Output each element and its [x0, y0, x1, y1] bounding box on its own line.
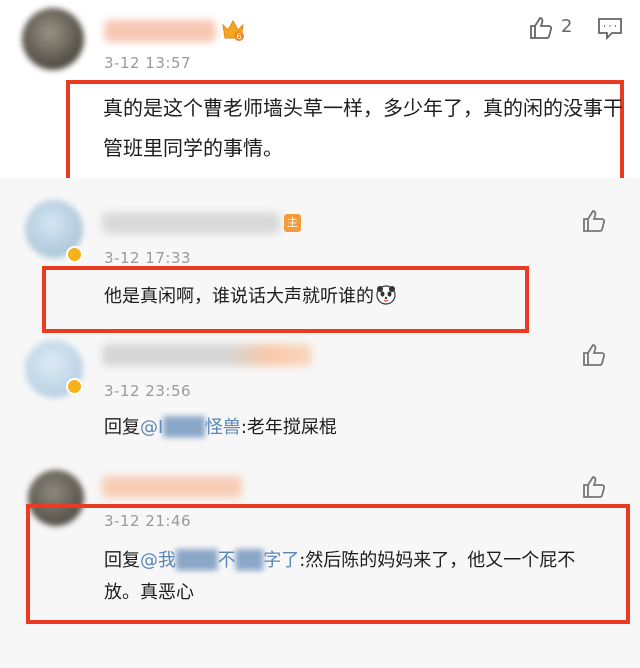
verified-badge-icon: [66, 246, 83, 263]
mention-start: @我: [140, 550, 176, 571]
username-blurred[interactable]: [102, 344, 312, 366]
mention-link[interactable]: @I███怪兽: [140, 417, 241, 438]
reply-text-block: 回复@我███不██字了:然后陈的妈妈来了，他又一个屁不放。真恶心: [104, 545, 604, 609]
username-blurred[interactable]: [102, 476, 242, 498]
mention-blurred: ███: [176, 550, 218, 571]
comment-timestamp: 3-12 13:57: [104, 54, 192, 72]
username-blurred[interactable]: [102, 212, 280, 234]
reply-comment-icon[interactable]: [597, 16, 623, 40]
username-blurred[interactable]: [104, 20, 216, 42]
mention-blurred: ███: [163, 417, 205, 438]
mention-start: @I: [140, 417, 164, 438]
avatar[interactable]: [22, 8, 84, 70]
panda-emoji-icon: [376, 285, 396, 305]
like-count: 2: [561, 16, 573, 37]
reply-text: :老年搅屎棍: [240, 417, 337, 438]
reply-text-line: 回复@I███怪兽:老年搅屎棍: [104, 414, 337, 442]
comment-text: 真的是这个曹老师墙头草一样，多少年了，真的闲的没事干管班里同学的事情。: [103, 96, 623, 160]
reply-prefix: 回复: [104, 550, 140, 571]
reply-timestamp: 3-12 17:33: [104, 249, 192, 267]
verified-badge-icon: [66, 378, 83, 395]
reply-timestamp: 3-12 23:56: [104, 382, 192, 400]
reply-timestamp: 3-12 21:46: [104, 512, 192, 530]
reply-text: 他是真闲啊，谁说话大声就听谁的: [104, 286, 374, 307]
thumbs-up-icon[interactable]: [528, 15, 554, 41]
mention-link[interactable]: @我███不██字了: [140, 550, 299, 571]
thumbs-up-icon[interactable]: [581, 208, 607, 234]
crown-badge-icon: 6: [220, 17, 246, 43]
reply-prefix: 回复: [104, 417, 140, 438]
thumbs-up-icon[interactable]: [581, 474, 607, 500]
poster-tag: 主: [284, 214, 301, 232]
mention-end: 字了: [263, 550, 300, 571]
svg-text:6: 6: [236, 32, 241, 41]
mention-blurred: ██: [235, 550, 264, 571]
mention-end: 怪兽: [204, 417, 241, 438]
reply-text-line: 他是真闲啊，谁说话大声就听谁的: [104, 283, 396, 311]
thumbs-up-icon[interactable]: [581, 342, 607, 368]
mention-mid: 不: [217, 550, 236, 571]
